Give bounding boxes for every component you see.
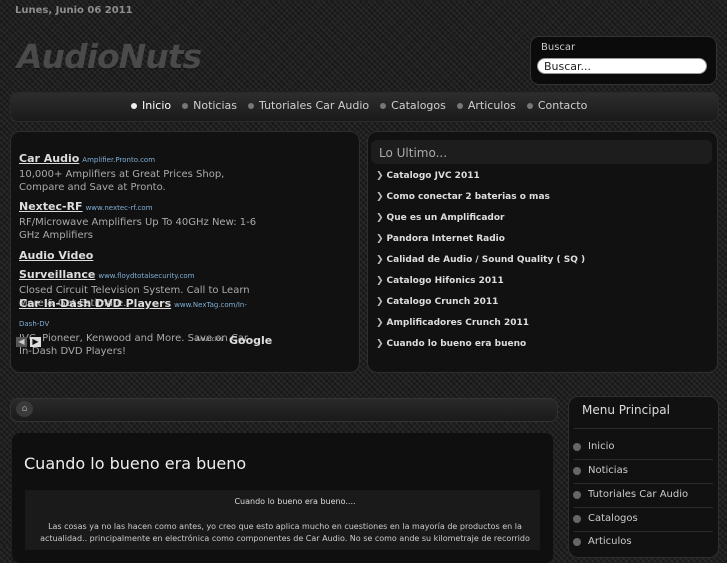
bullet-icon xyxy=(573,466,581,475)
article-subtitle: Cuando lo bueno era bueno.... xyxy=(234,497,356,506)
latest-item[interactable]: ❯ Como conectar 2 baterias o mas xyxy=(376,192,550,202)
home-icon[interactable]: ⌂ xyxy=(16,401,33,417)
ads-by-label[interactable]: Anuncios xyxy=(196,336,223,343)
latest-item[interactable]: ❯ Calidad de Audio / Sound Quality ( SQ ) xyxy=(376,255,585,265)
latest-item[interactable]: ❯ Amplificadores Crunch 2011 xyxy=(376,318,529,328)
chevron-right-icon: ❯ xyxy=(376,339,384,349)
ad-title-link[interactable]: Car In-Dash DVD Players xyxy=(19,297,171,310)
latest-title: Lo Ultimo... xyxy=(379,146,448,160)
chevron-right-icon: ❯ xyxy=(376,192,384,202)
menu-item-noticias[interactable]: Noticias xyxy=(573,465,628,476)
chevron-right-icon: ❯ xyxy=(376,318,384,328)
divider xyxy=(574,428,713,429)
google-logo[interactable]: Google xyxy=(229,334,272,347)
chevron-left-icon[interactable]: ◀ xyxy=(16,337,27,347)
article-title: Cuando lo bueno era bueno xyxy=(24,454,247,473)
chevron-right-icon[interactable]: ▶ xyxy=(30,337,41,347)
ad-item: Car In-Dash DVD Players www.NexTag.com/In… xyxy=(19,292,259,358)
bullet-icon xyxy=(380,102,387,109)
search-input[interactable] xyxy=(537,58,707,74)
current-date: Lunes, Junio 06 2011 xyxy=(15,5,133,16)
chevron-right-icon: ❯ xyxy=(376,297,384,307)
bullet-icon xyxy=(526,102,533,109)
latest-item[interactable]: ❯ Pandora Internet Radio xyxy=(376,234,505,244)
ad-description: 10,000+ Amplifiers at Great Prices Shop,… xyxy=(19,169,225,193)
menu-panel xyxy=(568,396,719,558)
search-label: Buscar xyxy=(541,42,576,53)
divider xyxy=(574,507,713,508)
chevron-right-icon: ❯ xyxy=(376,276,384,286)
latest-item[interactable]: ❯ Que es un Amplificador xyxy=(376,213,504,223)
divider xyxy=(574,483,713,484)
nav-item-tutoriales[interactable]: Tutoriales Car Audio xyxy=(248,99,369,112)
ad-description: RF/Microwave Amplifiers Up To 40GHz New:… xyxy=(19,217,257,241)
nav-item-inicio[interactable]: Inicio xyxy=(131,99,171,112)
bullet-icon xyxy=(573,537,581,546)
latest-panel xyxy=(367,131,718,373)
ad-title-link[interactable]: Audio Video Surveillance xyxy=(19,249,95,281)
divider xyxy=(574,459,713,460)
bullet-icon xyxy=(573,442,581,451)
nav-item-articulos[interactable]: Articulos xyxy=(456,99,516,112)
bullet-icon xyxy=(573,490,581,499)
ad-item: Nextec-RF www.nextec-rf.com RF/Microwave … xyxy=(19,195,259,242)
chevron-right-icon: ❯ xyxy=(376,234,384,244)
nav-item-catalogos[interactable]: Catalogos xyxy=(380,99,446,112)
latest-item[interactable]: ❯ Catalogo Hifonics 2011 xyxy=(376,276,504,286)
nav-item-contacto[interactable]: Contacto xyxy=(526,99,587,112)
latest-item[interactable]: ❯ Cuando lo bueno era bueno xyxy=(376,339,526,349)
ad-url[interactable]: www.floydtotalsecurity.com xyxy=(98,272,194,280)
bullet-icon xyxy=(182,102,189,109)
ad-title-link[interactable]: Car Audio xyxy=(19,152,79,165)
menu-item-articulos[interactable]: Articulos xyxy=(573,536,632,547)
nav-item-noticias[interactable]: Noticias xyxy=(182,99,237,112)
chevron-right-icon: ❯ xyxy=(376,255,384,265)
article-text: Las cosas ya no las hacen como antes, yo… xyxy=(40,522,530,543)
site-logo[interactable]: AudioNuts xyxy=(17,37,202,76)
bullet-icon xyxy=(248,102,255,109)
ad-item: Car Audio Amplifier.Pronto.com 10,000+ Am… xyxy=(19,147,259,194)
ad-url[interactable]: www.nextec-rf.com xyxy=(86,204,153,212)
latest-item[interactable]: ❯ Catalogo Crunch 2011 xyxy=(376,297,498,307)
divider xyxy=(574,531,713,532)
menu-title: Menu Principal xyxy=(582,403,670,417)
breadcrumb xyxy=(10,398,558,422)
ad-title-link[interactable]: Nextec-RF xyxy=(19,200,83,213)
menu-item-inicio[interactable]: Inicio xyxy=(573,441,614,452)
chevron-right-icon: ❯ xyxy=(376,213,384,223)
ad-url[interactable]: Amplifier.Pronto.com xyxy=(82,156,155,164)
bullet-icon xyxy=(573,514,581,523)
menu-item-tutoriales[interactable]: Tutoriales Car Audio xyxy=(573,489,688,500)
bullet-icon xyxy=(456,102,463,109)
main-nav: Inicio Noticias Tutoriales Car Audio Cat… xyxy=(131,99,598,112)
chevron-right-icon: ❯ xyxy=(376,171,384,181)
bullet-icon xyxy=(131,102,137,109)
menu-item-catalogos[interactable]: Catalogos xyxy=(573,513,638,524)
latest-item[interactable]: ❯ Catalogo JVC 2011 xyxy=(376,171,480,181)
